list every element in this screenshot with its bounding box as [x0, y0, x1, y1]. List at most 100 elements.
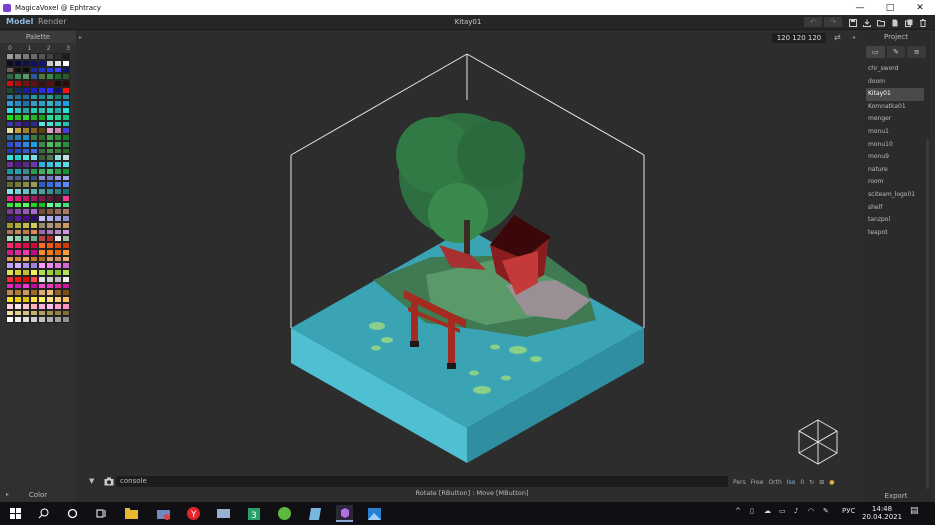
- network-icon[interactable]: ▭: [779, 507, 786, 515]
- palette-swatch[interactable]: [46, 208, 54, 215]
- palette-swatch[interactable]: [30, 316, 38, 323]
- palette-swatch[interactable]: [38, 147, 46, 155]
- palette-swatch[interactable]: [62, 235, 70, 242]
- palette-swatch[interactable]: [62, 59, 70, 67]
- palette-swatch[interactable]: [62, 161, 70, 168]
- palette-swatch[interactable]: [54, 201, 62, 209]
- palette-expand-icon[interactable]: ▸: [6, 491, 9, 498]
- project-item[interactable]: tanzpol: [866, 214, 924, 227]
- palette-swatch[interactable]: [46, 275, 54, 283]
- palette-swatch[interactable]: [54, 208, 62, 215]
- palette-swatch[interactable]: [14, 127, 22, 134]
- palette-swatch[interactable]: [62, 100, 70, 107]
- palette-swatch[interactable]: [46, 127, 54, 134]
- palette-swatch[interactable]: [62, 167, 70, 175]
- palette-swatch[interactable]: [14, 80, 22, 87]
- files-app-icon[interactable]: [215, 505, 232, 522]
- palette-swatch[interactable]: [14, 275, 22, 283]
- palette-swatch[interactable]: [46, 181, 54, 188]
- palette-swatch[interactable]: [54, 269, 62, 276]
- palette-swatch[interactable]: [46, 53, 54, 60]
- palette-swatch[interactable]: [62, 194, 70, 202]
- palette-swatch[interactable]: [54, 134, 62, 141]
- palette-swatch[interactable]: [6, 242, 14, 249]
- file-explorer-icon[interactable]: [123, 505, 140, 522]
- palette-swatch[interactable]: [38, 66, 46, 74]
- palette-swatch[interactable]: [22, 100, 30, 107]
- palette-swatch[interactable]: [22, 316, 30, 323]
- undo-button[interactable]: ↶: [804, 17, 822, 27]
- palette-swatch[interactable]: [54, 66, 62, 74]
- palette-swatch[interactable]: [30, 201, 38, 209]
- project-item[interactable]: chr_sword: [866, 63, 924, 76]
- palette-swatch[interactable]: [6, 282, 14, 290]
- palette-swatch[interactable]: [22, 80, 30, 87]
- palette-swatch[interactable]: [30, 188, 38, 195]
- palette-swatch[interactable]: [14, 309, 22, 317]
- palette-swatch[interactable]: [54, 282, 62, 290]
- cloud-icon[interactable]: ☁: [764, 507, 771, 515]
- palette-swatch[interactable]: [30, 309, 38, 317]
- palette-swatch[interactable]: [14, 154, 22, 161]
- palette-swatch[interactable]: [30, 86, 38, 94]
- palette-swatch[interactable]: [14, 235, 22, 242]
- palette-swatch[interactable]: [22, 215, 30, 222]
- notes-app-icon[interactable]: [306, 505, 323, 522]
- palette-swatch[interactable]: [46, 201, 54, 209]
- palette-swatch[interactable]: [46, 242, 54, 249]
- palette-swatch[interactable]: [6, 255, 14, 263]
- palette-swatch[interactable]: [6, 174, 14, 182]
- palette-swatch[interactable]: [22, 275, 30, 283]
- palette-swatch[interactable]: [54, 107, 62, 114]
- palette-swatch[interactable]: [22, 289, 30, 296]
- palette-swatch[interactable]: [30, 140, 38, 148]
- palette-swatch[interactable]: [46, 316, 54, 323]
- grid-icon[interactable]: ⊞: [819, 479, 824, 486]
- palette-swatch[interactable]: [54, 59, 62, 67]
- palette-swatch[interactable]: [22, 174, 30, 182]
- palette-swatch[interactable]: [54, 235, 62, 242]
- palette-swatch[interactable]: [62, 201, 70, 209]
- palette-swatch[interactable]: [54, 113, 62, 121]
- palette-swatch[interactable]: [62, 113, 70, 121]
- palette-swatch[interactable]: [22, 208, 30, 215]
- app-3-icon[interactable]: 3: [245, 505, 262, 522]
- palette-swatch[interactable]: [30, 248, 38, 256]
- palette-swatch[interactable]: [6, 154, 14, 161]
- palette-swatch[interactable]: [62, 269, 70, 276]
- palette-swatch[interactable]: [6, 262, 14, 269]
- palette-swatch[interactable]: [38, 161, 46, 168]
- console-input[interactable]: console: [116, 476, 728, 487]
- palette-swatch[interactable]: [22, 262, 30, 269]
- palette-swatch[interactable]: [30, 113, 38, 121]
- redo-button[interactable]: ↷: [824, 17, 842, 27]
- palette-swatch[interactable]: [46, 154, 54, 161]
- palette-swatch[interactable]: [22, 269, 30, 276]
- palette-swatch[interactable]: [54, 167, 62, 175]
- iso-mode-button[interactable]: Iso: [787, 479, 796, 486]
- palette-swatch[interactable]: [14, 113, 22, 121]
- palette-swatch[interactable]: [6, 194, 14, 202]
- palette-swatch[interactable]: [6, 86, 14, 94]
- palette-swatch[interactable]: [6, 302, 14, 310]
- palette-swatch[interactable]: [6, 228, 14, 236]
- palette-swatch[interactable]: [22, 228, 30, 236]
- palette-swatch[interactable]: [6, 275, 14, 283]
- palette-swatch[interactable]: [14, 269, 22, 276]
- palette-swatch[interactable]: [62, 309, 70, 317]
- palette-swatch[interactable]: [30, 161, 38, 168]
- project-item[interactable]: Komnatka01: [866, 101, 924, 114]
- palette-swatch[interactable]: [38, 100, 46, 107]
- project-item[interactable]: doom: [866, 76, 924, 89]
- palette-swatch[interactable]: [46, 80, 54, 87]
- palette-swatch[interactable]: [38, 316, 46, 323]
- palette-swatch[interactable]: [38, 309, 46, 317]
- palette-swatch[interactable]: [14, 181, 22, 188]
- palette-swatch[interactable]: [22, 235, 30, 242]
- palette-swatch[interactable]: [22, 221, 30, 229]
- palette-swatch[interactable]: [62, 181, 70, 188]
- palette-swatch[interactable]: [54, 248, 62, 256]
- palette-swatch[interactable]: [38, 73, 46, 80]
- palette-swatch[interactable]: [6, 269, 14, 276]
- palette-swatch[interactable]: [54, 86, 62, 94]
